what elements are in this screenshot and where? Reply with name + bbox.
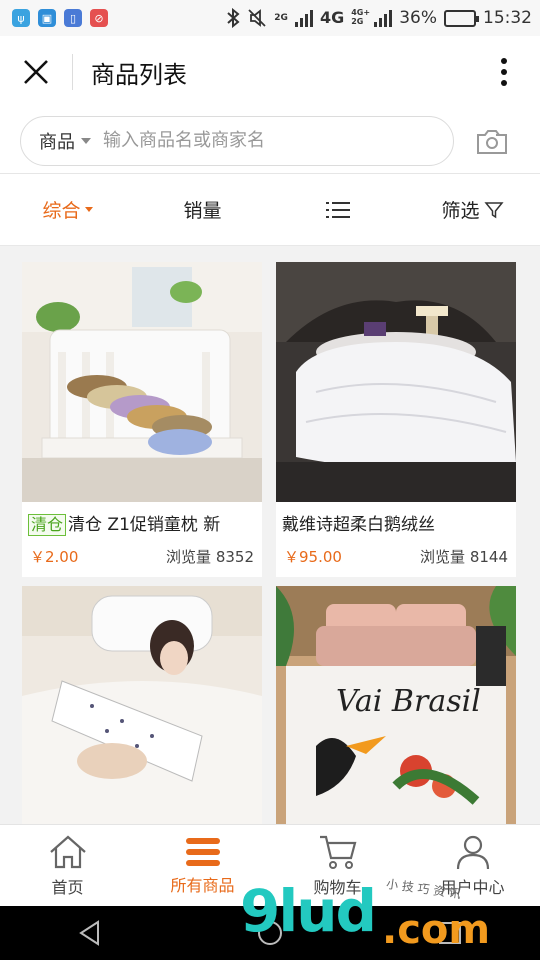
product-card[interactable]: Vai Brasil [276, 586, 516, 824]
phone-manager-icon: ▯ [64, 9, 82, 27]
title-bar: 商品列表 [0, 36, 540, 108]
camera-button[interactable] [464, 116, 520, 166]
product-image-bedding-set[interactable]: Vai Brasil [276, 586, 516, 824]
product-card[interactable]: 戴维诗超柔白鹅绒丝 ￥95.00 浏览量 8144 [276, 262, 516, 577]
clock: 15:32 [483, 8, 532, 28]
battery-percent: 36% [399, 8, 437, 28]
signal-icon [294, 9, 313, 27]
page-title: 商品列表 [91, 60, 187, 89]
search-bar: 商品 [0, 108, 540, 174]
list-view-icon [325, 201, 350, 218]
filter-button[interactable]: 筛选 [405, 174, 540, 246]
battery-icon [444, 9, 479, 27]
title-divider [72, 54, 73, 90]
close-icon [24, 60, 48, 84]
tab-label: 用户中心 [440, 877, 505, 897]
blocked-icon: ⊘ [90, 9, 108, 27]
print-text: Vai Brasil [336, 684, 481, 719]
close-button[interactable] [0, 36, 72, 108]
chevron-down-icon [81, 137, 91, 144]
product-grid: 清仓清仓 Z1促销童枕 新 ￥2.00 浏览量 8352 戴维诗超柔白鹅绒丝 [22, 262, 518, 824]
gallery-icon: ▣ [38, 9, 56, 27]
network-label-2g: 2G [274, 12, 288, 23]
tab-label: 购物车 [313, 877, 362, 897]
home-icon [49, 835, 86, 868]
network-label-sub: 4G+ 2G [351, 8, 371, 26]
product-card[interactable]: 清仓 清仓 Z1促销童枕 新 ￥2.00 浏览量 8352 [22, 262, 262, 577]
tab-user-center[interactable]: 用户中心 [405, 825, 540, 906]
signal-icon-2 [374, 9, 393, 27]
camera-icon [477, 129, 507, 154]
bottom-tab-bar: 首页 所有商品 购物车 用户中心 [0, 824, 540, 906]
menu-icon [185, 837, 220, 866]
product-price: ￥2.00 [30, 548, 79, 566]
tab-all-products[interactable]: 所有商品 [135, 825, 270, 906]
status-bar: ψ ▣ ▯ ⊘ 2G 4G 4G+ 2G 36% 15:32 [0, 0, 540, 36]
recents-icon[interactable] [436, 919, 464, 947]
product-image-duvet[interactable] [276, 262, 516, 502]
filter-label: 筛选 [441, 200, 480, 222]
tab-label: 首页 [51, 877, 84, 897]
view-toggle-button[interactable] [270, 174, 405, 246]
search-scope-select[interactable]: 商品 [39, 128, 91, 154]
back-icon[interactable] [76, 919, 104, 947]
network-label-4g: 4G [319, 8, 345, 27]
product-image-body-pillow[interactable] [22, 586, 262, 824]
search-input[interactable] [103, 130, 403, 151]
sort-tab-comprehensive[interactable]: 综合 [0, 174, 135, 246]
filter-icon [483, 201, 504, 218]
tab-cart[interactable]: 购物车 [270, 825, 405, 906]
sort-tab-label: 销量 [183, 200, 222, 222]
sort-tab-sales[interactable]: 销量 [135, 174, 270, 246]
user-icon [456, 835, 489, 869]
cart-icon [319, 835, 356, 869]
product-views: 浏览量 8352 [166, 548, 254, 566]
product-views: 浏览量 8144 [420, 548, 508, 566]
product-price: ￥95.00 [284, 548, 342, 566]
clearance-tag: 清仓 [28, 514, 67, 536]
more-vertical-icon [501, 58, 507, 86]
system-nav-bar [0, 906, 540, 960]
search-scope-label: 商品 [39, 131, 75, 153]
product-name: 戴维诗超柔白鹅绒丝 [282, 515, 435, 535]
home-circle-icon[interactable] [256, 919, 284, 947]
product-name-text: 清仓 Z1促销童枕 新 [68, 515, 221, 535]
tab-label: 所有商品 [170, 875, 235, 895]
product-image-pillows[interactable] [22, 262, 262, 502]
notification-icons: ψ ▣ ▯ ⊘ [12, 9, 108, 27]
usb-icon: ψ [12, 9, 30, 27]
search-box: 商品 [20, 115, 454, 166]
more-button[interactable] [468, 36, 540, 108]
tab-home[interactable]: 首页 [0, 825, 135, 906]
product-name: 清仓 清仓 Z1促销童枕 新 [22, 502, 262, 540]
bluetooth-icon [227, 8, 240, 28]
sort-bar: 综合 销量 筛选 [0, 174, 540, 246]
product-card[interactable] [22, 586, 262, 824]
mute-icon [248, 9, 266, 27]
sort-tab-label: 综合 [42, 200, 81, 222]
chevron-down-icon [84, 207, 93, 212]
